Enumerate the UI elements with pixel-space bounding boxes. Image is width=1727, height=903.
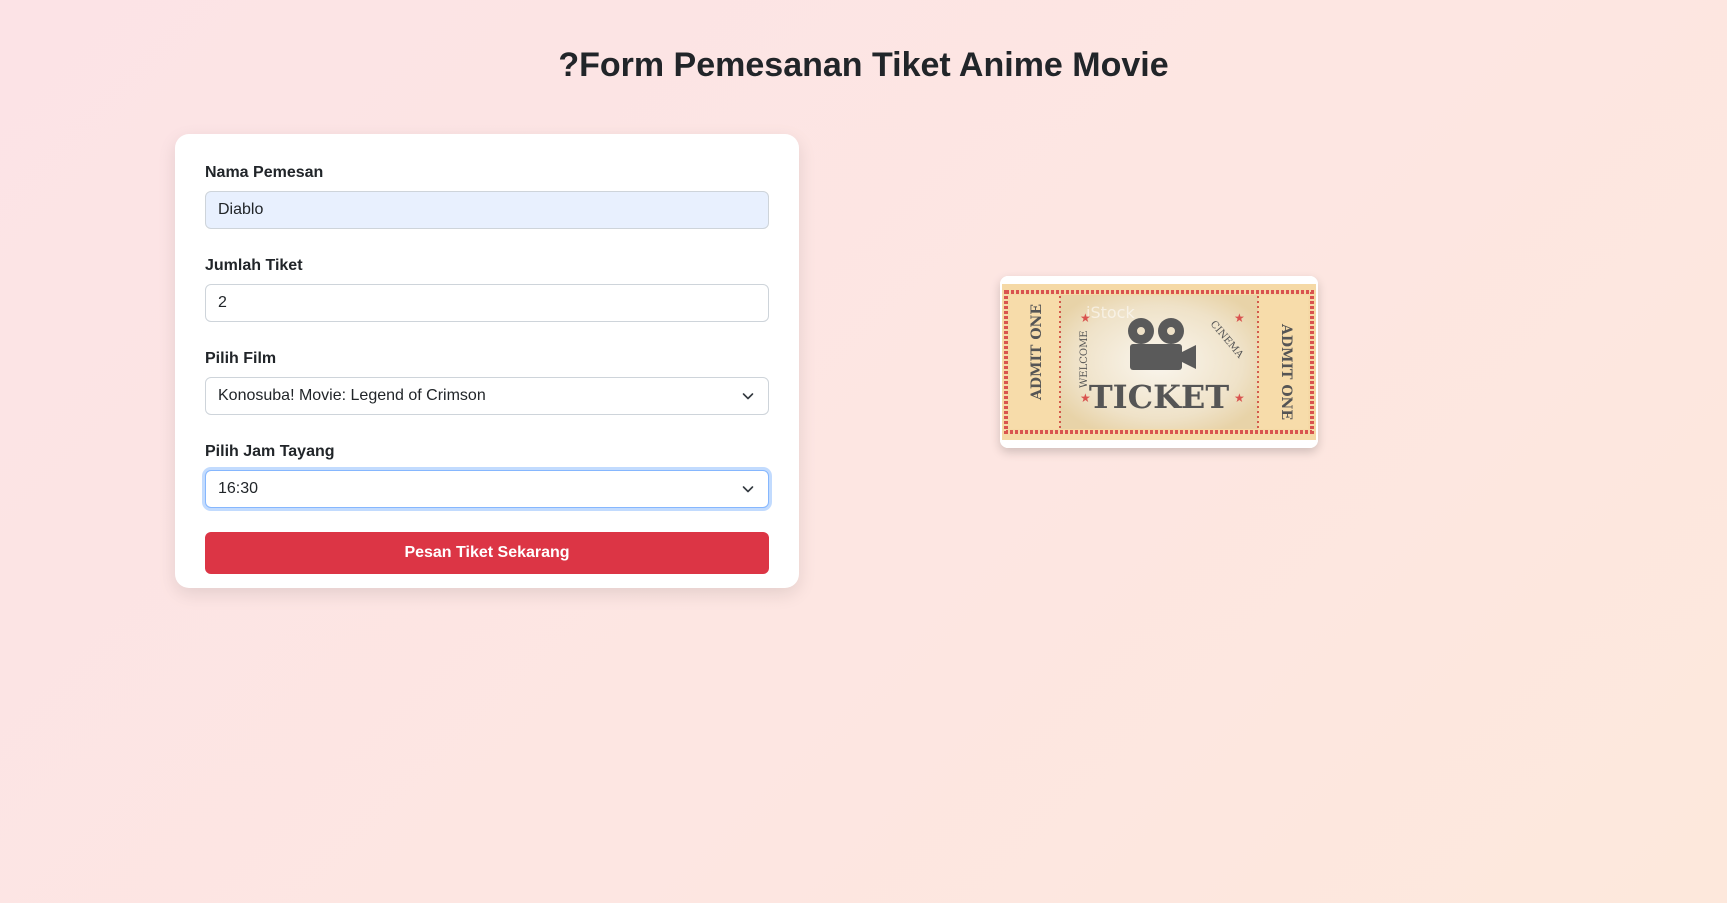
star-icon: ★ (1080, 311, 1091, 325)
jam-select[interactable]: 16:30 (205, 470, 769, 508)
jam-value: 16:30 (218, 480, 259, 497)
jumlah-label: Jumlah Tiket (205, 257, 303, 274)
star-icon: ★ (1234, 311, 1245, 325)
jumlah-input[interactable]: 2 (205, 284, 769, 322)
admit-right-text: ADMIT ONE (1278, 323, 1294, 420)
jam-label: Pilih Jam Tayang (205, 443, 335, 460)
nama-label: Nama Pemesan (205, 164, 324, 181)
ticket-illustration: ADMIT ONE ADMIT ONE WELCOME CINEMA iStoc… (1000, 276, 1318, 448)
admit-left-text: ADMIT ONE (1029, 304, 1045, 401)
star-icon: ★ (1234, 391, 1245, 405)
nama-value: Diablo (218, 201, 264, 218)
chevron-down-icon (742, 393, 754, 400)
submit-button[interactable]: Pesan Tiket Sekarang (205, 532, 769, 574)
ticket-main-text: TICKET (1089, 378, 1229, 416)
chevron-down-icon (742, 486, 754, 493)
jumlah-value: 2 (218, 294, 227, 311)
watermark-text: iStock (1086, 303, 1135, 322)
page-title: ?Form Pemesanan Tiket Anime Movie (558, 46, 1169, 84)
film-value: Konosuba! Movie: Legend of Crimson (218, 387, 486, 404)
nama-input[interactable]: Diablo (205, 191, 769, 229)
booking-form-card: Nama Pemesan Diablo Jumlah Tiket 2 Pilih… (175, 134, 799, 588)
ticket-image: ADMIT ONE ADMIT ONE WELCOME CINEMA iStoc… (1000, 276, 1318, 448)
film-label: Pilih Film (205, 350, 277, 367)
film-select[interactable]: Konosuba! Movie: Legend of Crimson (205, 377, 769, 415)
